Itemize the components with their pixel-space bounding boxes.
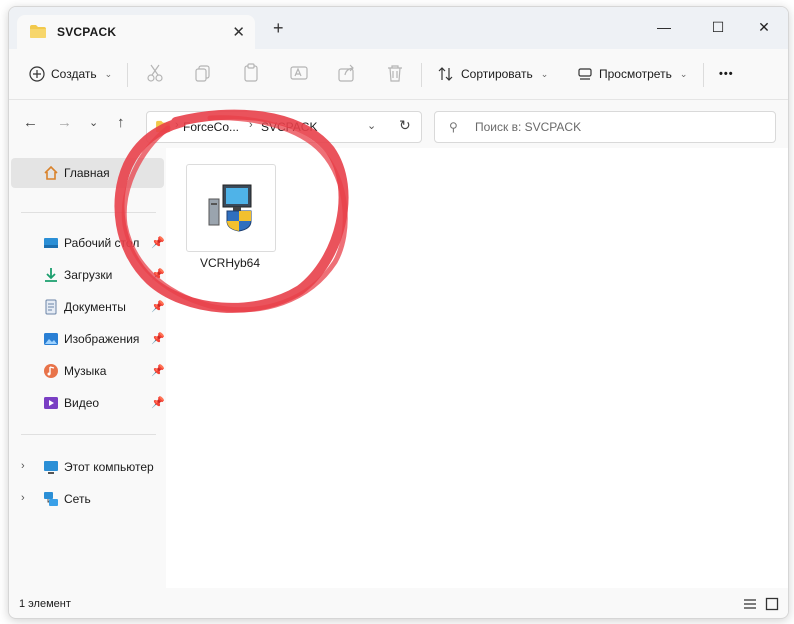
- sidebar-divider: [21, 212, 156, 213]
- item-count: 1 элемент: [19, 598, 71, 610]
- toolbar-divider: [703, 63, 704, 87]
- breadcrumb-item[interactable]: ForceCo...: [183, 120, 239, 134]
- view-label: Просмотреть: [599, 67, 672, 81]
- view-button[interactable]: Просмотреть ⌄: [577, 63, 687, 85]
- sidebar-item-label: Главная: [64, 166, 110, 180]
- sidebar-item-downloads[interactable]: Загрузки 📌: [9, 260, 166, 290]
- sidebar-divider: [21, 434, 156, 435]
- tab-title: SVCPACK: [57, 25, 117, 39]
- tab-svcpack[interactable]: SVCPACK ✕: [17, 15, 255, 49]
- music-icon: [44, 364, 58, 378]
- home-icon: [44, 165, 58, 180]
- sidebar-item-label: Этот компьютер: [64, 460, 154, 474]
- search-box[interactable]: ⚲ Поиск в: SVCPACK: [434, 111, 776, 143]
- share-icon[interactable]: [337, 63, 357, 83]
- installer-icon: [208, 184, 252, 232]
- sidebar-item-label: Музыка: [64, 364, 107, 378]
- sidebar-item-label: Сеть: [64, 492, 91, 506]
- sidebar-item-this-pc[interactable]: › Этот компьютер: [9, 452, 166, 482]
- pin-icon[interactable]: 📌: [151, 300, 165, 313]
- create-button[interactable]: Создать ⌄: [29, 63, 112, 85]
- new-tab-button[interactable]: +: [273, 18, 284, 39]
- search-placeholder: Поиск в: SVCPACK: [475, 120, 582, 134]
- tiles-view-icon[interactable]: [765, 597, 779, 611]
- command-bar: Создать ⌄ Сортировать ⌄ Просмотреть ⌄ ••…: [9, 49, 788, 100]
- up-arrow-icon[interactable]: ↑: [117, 114, 125, 131]
- chevron-down-icon: ⌄: [540, 68, 549, 79]
- minimize-button[interactable]: —: [641, 13, 687, 41]
- maximize-button[interactable]: ☐: [695, 13, 741, 41]
- video-icon: [44, 397, 58, 409]
- paste-icon[interactable]: [241, 63, 261, 83]
- sidebar-item-label: Загрузки: [64, 268, 113, 282]
- network-icon: [44, 492, 58, 506]
- sidebar-item-label: Документы: [64, 300, 126, 314]
- back-arrow-icon[interactable]: ←: [23, 114, 38, 131]
- sidebar-item-pictures[interactable]: Изображения 📌: [9, 324, 166, 354]
- documents-icon: [45, 299, 57, 315]
- folder-icon: [155, 120, 171, 136]
- create-label: Создать: [51, 67, 97, 81]
- sidebar-item-label: Рабочий стол: [64, 236, 140, 250]
- downloads-icon: [45, 268, 57, 282]
- cut-icon[interactable]: [145, 63, 165, 83]
- refresh-icon[interactable]: ↻: [399, 117, 411, 134]
- sort-button[interactable]: Сортировать ⌄: [437, 63, 548, 85]
- tab-close-icon[interactable]: ✕: [232, 23, 245, 41]
- computer-icon: [44, 461, 58, 474]
- sidebar-item-documents[interactable]: Документы 📌: [9, 292, 166, 322]
- folder-icon: [29, 24, 47, 42]
- status-bar: 1 элемент: [9, 593, 788, 617]
- breadcrumb-separator-icon: ›: [249, 119, 253, 131]
- pin-icon[interactable]: 📌: [151, 332, 165, 345]
- sidebar-item-home[interactable]: Главная: [11, 158, 164, 188]
- sidebar-item-label: Видео: [64, 396, 100, 410]
- expand-chevron-icon[interactable]: ›: [21, 460, 25, 472]
- pin-icon[interactable]: 📌: [151, 396, 165, 409]
- breadcrumb-separator-icon: ›: [175, 119, 179, 131]
- delete-icon[interactable]: [385, 63, 405, 83]
- forward-arrow-icon[interactable]: →: [57, 114, 72, 131]
- recent-chevron-icon[interactable]: ⌄: [89, 116, 98, 129]
- address-dropdown-icon[interactable]: ⌄: [367, 119, 376, 132]
- navigation-pane: Главная Рабочий стол 📌 Загрузки 📌 Докуме…: [9, 148, 166, 588]
- file-item-vcrhyb64[interactable]: [186, 164, 276, 252]
- file-name[interactable]: VCRHyb64: [184, 256, 276, 270]
- title-bar: SVCPACK ✕ + — ☐ ✕: [9, 7, 788, 49]
- breadcrumb-item[interactable]: SVCPACK: [261, 120, 317, 134]
- pin-icon[interactable]: 📌: [151, 236, 165, 249]
- file-list-area: VCRHyb64: [166, 148, 788, 588]
- explorer-window: SVCPACK ✕ + — ☐ ✕ Создать ⌄ Сортировать …: [8, 6, 789, 619]
- sort-label: Сортировать: [461, 67, 533, 81]
- plus-circle-icon: [29, 66, 45, 82]
- chevron-down-icon: ⌄: [104, 68, 113, 79]
- sidebar-item-label: Изображения: [64, 332, 140, 346]
- toolbar-divider: [127, 63, 128, 87]
- search-icon: ⚲: [449, 120, 458, 134]
- sidebar-item-desktop[interactable]: Рабочий стол 📌: [9, 228, 166, 258]
- more-options-button[interactable]: •••: [719, 63, 734, 85]
- details-view-icon[interactable]: [743, 597, 757, 611]
- view-icon: [578, 68, 592, 80]
- sidebar-item-video[interactable]: Видео 📌: [9, 388, 166, 418]
- close-window-button[interactable]: ✕: [741, 13, 787, 41]
- copy-icon[interactable]: [193, 63, 213, 83]
- navigation-row: ← → ⌄ ↑ › ForceCo... › SVCPACK ⌄ ↻ ⚲ Пои…: [9, 100, 788, 148]
- expand-chevron-icon[interactable]: ›: [21, 492, 25, 504]
- chevron-down-icon: ⌄: [679, 68, 688, 79]
- sort-icon: [438, 67, 453, 81]
- sidebar-item-music[interactable]: Музыка 📌: [9, 356, 166, 386]
- desktop-icon: [44, 238, 58, 248]
- toolbar-divider: [421, 63, 422, 87]
- sidebar-item-network[interactable]: › Сеть: [9, 484, 166, 514]
- rename-icon[interactable]: [289, 63, 309, 83]
- address-bar[interactable]: › ForceCo... › SVCPACK ⌄: [146, 111, 422, 143]
- pin-icon[interactable]: 📌: [151, 268, 165, 281]
- pin-icon[interactable]: 📌: [151, 364, 165, 377]
- pictures-icon: [44, 333, 58, 345]
